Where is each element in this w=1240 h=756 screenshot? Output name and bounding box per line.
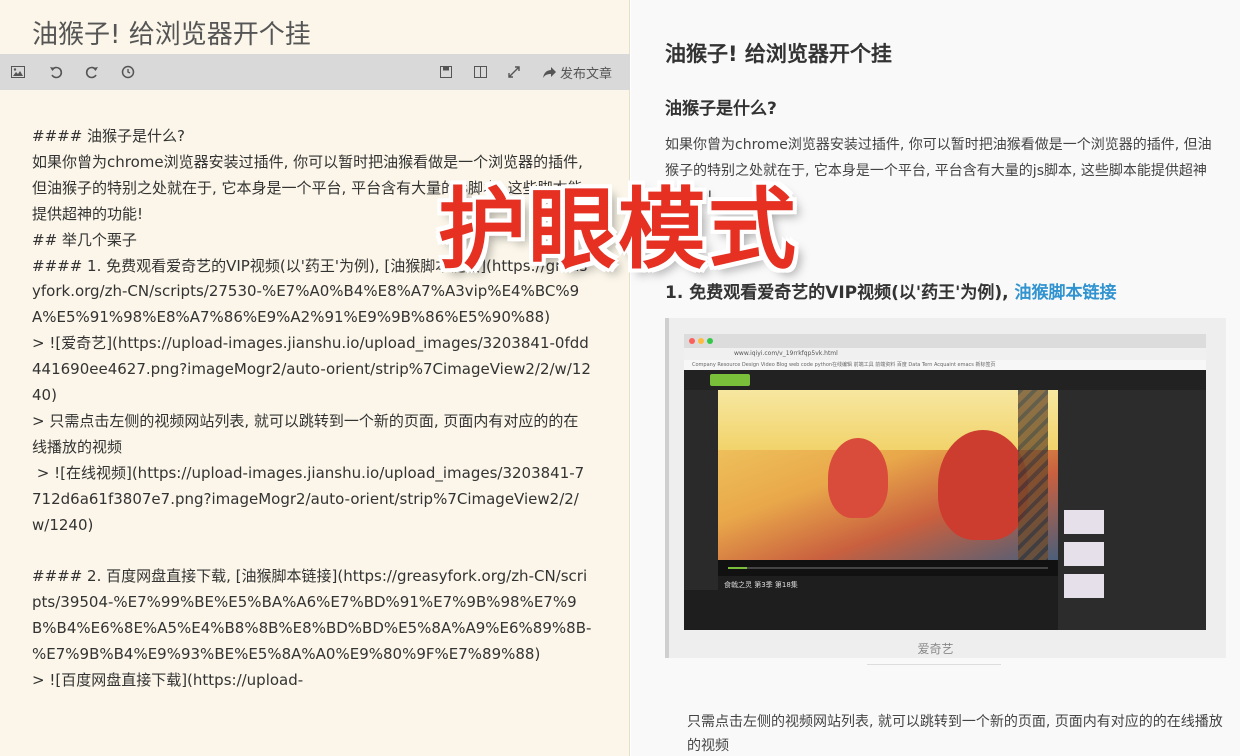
undo-icon[interactable] — [48, 62, 64, 82]
video-controls — [718, 560, 1058, 576]
preview-paragraph-2: 只需点击左侧的视频网站列表, 就可以跳转到一个新的页面, 页面内有对应的的在线播… — [687, 714, 1223, 754]
video-site-list — [684, 390, 718, 590]
preview-heading-example-text: 1. 免费观看爱奇艺的VIP视频(以'药王'为例), — [665, 283, 1015, 303]
split-view-icon[interactable] — [472, 62, 488, 82]
preview-title: 油猴子! 给浏览器开个挂 — [665, 42, 892, 66]
fullscreen-icon[interactable] — [506, 62, 522, 82]
editor-toolbar: 发布文章 — [0, 54, 630, 90]
history-icon[interactable] — [120, 62, 136, 82]
share-icon — [542, 66, 556, 78]
preview-heading-what: 油猴子是什么? — [665, 99, 777, 119]
browser-bookmarks-bar: Company Resource Design Video Blog web c… — [684, 360, 1206, 370]
script-link[interactable]: 油猴脚本链接 — [1014, 283, 1116, 303]
iqiyi-nav — [684, 370, 1206, 390]
episode-panel — [1058, 390, 1206, 630]
iqiyi-screenshot: www.iqiyi.com/v_19rrkfqp5vk.html Company… — [684, 334, 1206, 630]
preview-heading-example: 1. 免费观看爱奇艺的VIP视频(以'药王'为例), 油猴脚本链接 — [665, 278, 1116, 303]
markdown-editor[interactable]: #### 油猴子是什么? 如果你曾为chrome浏览器安装过插件, 你可以暂时把… — [32, 124, 592, 694]
image-icon[interactable] — [10, 62, 26, 82]
publish-label: 发布文章 — [559, 66, 612, 82]
document-title-input[interactable]: 油猴子! 给浏览器开个挂 — [32, 14, 311, 51]
preview-paragraph: 如果你曾为chrome浏览器安装过插件, 你可以暂时把油猴看做是一个浏览器的插件… — [665, 137, 1212, 205]
browser-titlebar — [684, 334, 1206, 348]
editor-pane: 油猴子! 给浏览器开个挂 发布文章 #### 油猴子是什么? 如果你曾为chro… — [0, 0, 630, 756]
preview-pane: 油猴子! 给浏览器开个挂 油猴子是什么? 如果你曾为chrome浏览器安装过插件… — [631, 0, 1240, 756]
publish-button[interactable]: 发布文章 — [542, 62, 612, 82]
video-frame — [718, 390, 1058, 560]
save-icon[interactable] — [438, 62, 454, 82]
browser-address-bar: www.iqiyi.com/v_19rrkfqp5vk.html — [684, 348, 1206, 360]
iqiyi-logo — [710, 374, 750, 386]
episode-title: 食戟之灵 第3季 第18集 — [724, 581, 798, 589]
redo-icon[interactable] — [84, 62, 100, 82]
caption-divider — [867, 664, 1001, 665]
image-caption: 爱奇艺 — [917, 642, 954, 656]
